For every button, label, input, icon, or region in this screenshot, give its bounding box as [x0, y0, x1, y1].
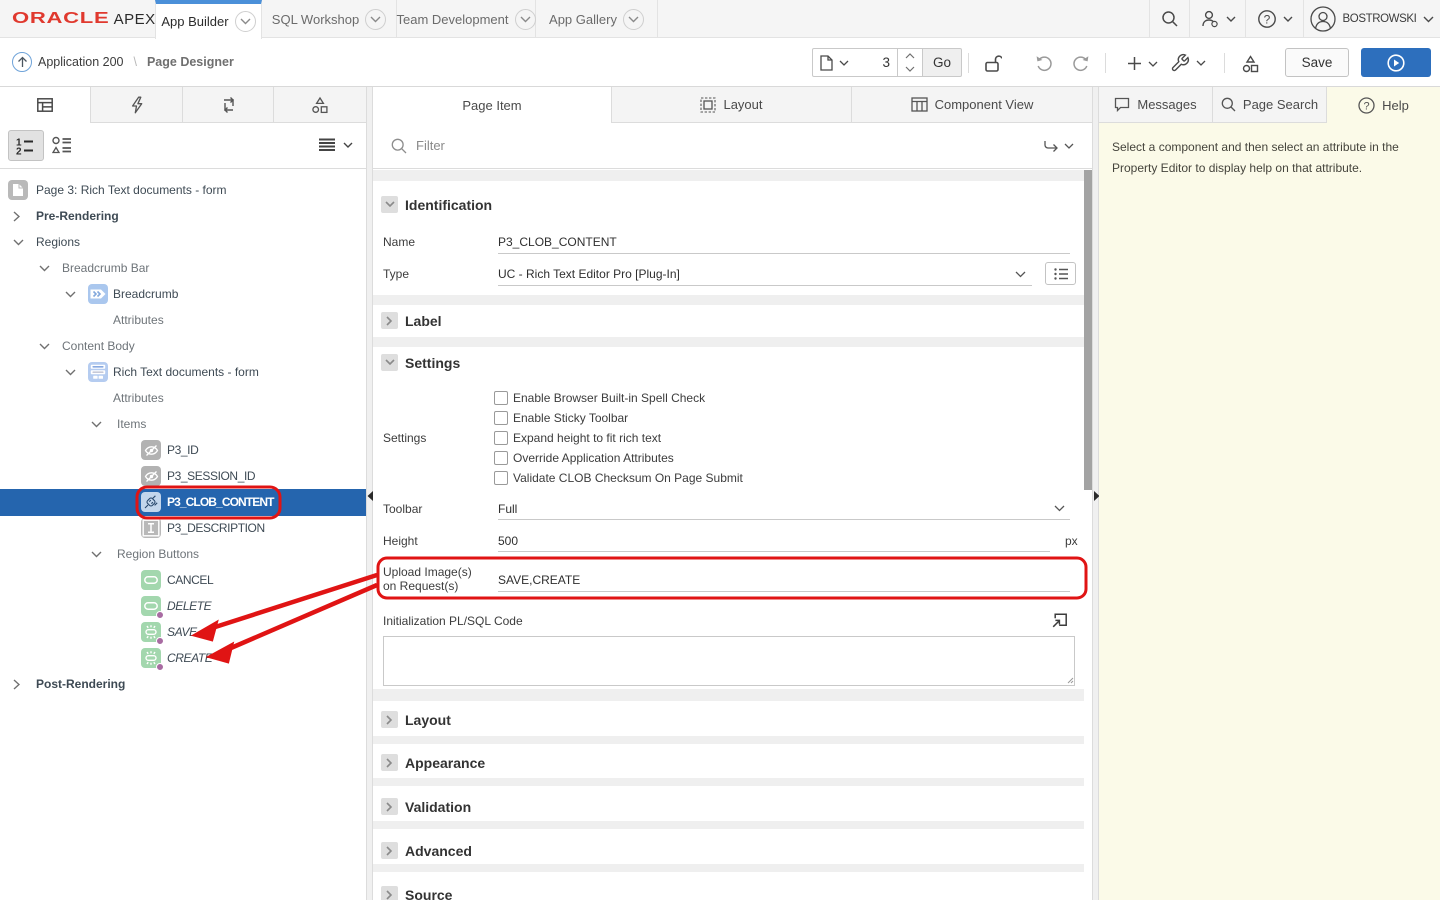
- svg-text:?: ?: [1364, 100, 1370, 112]
- svg-text:2: 2: [16, 146, 22, 155]
- svg-text:?: ?: [1263, 13, 1270, 27]
